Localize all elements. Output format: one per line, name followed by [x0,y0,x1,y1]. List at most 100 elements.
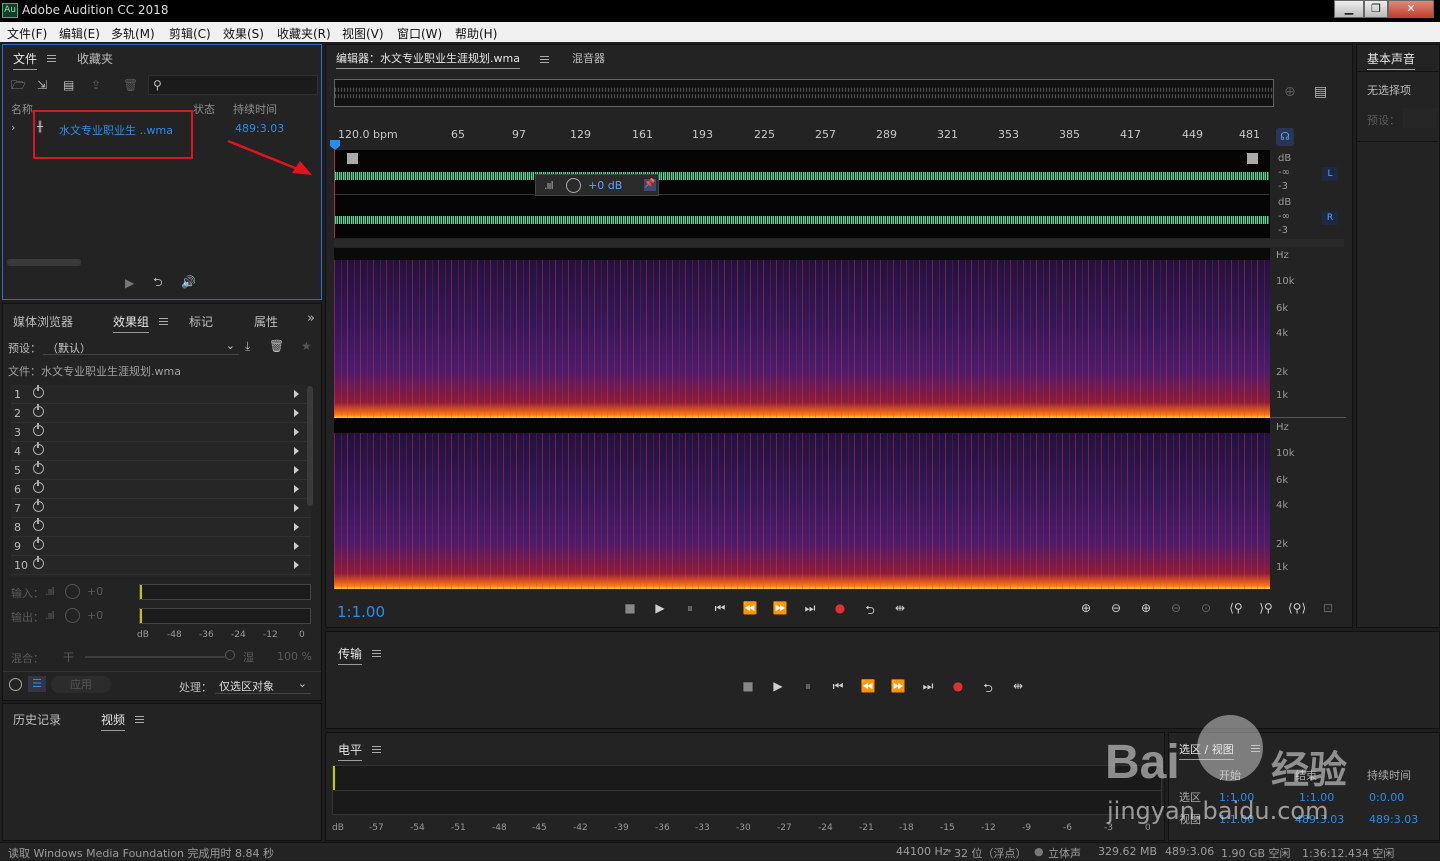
overflow-chevron-icon[interactable]: » [307,311,315,326]
close-button[interactable]: ✕ [1388,0,1434,18]
power-icon[interactable] [33,461,44,474]
record-icon[interactable]: ● [950,679,966,693]
mix-slider[interactable] [85,656,225,658]
play-icon[interactable]: ▶ [652,601,668,615]
tab-files[interactable]: 文件 [13,50,38,70]
tab-levels[interactable]: 电平 [338,741,363,761]
panel-menu-icon[interactable] [540,56,549,63]
maximize-button[interactable]: ❐ [1364,0,1388,18]
overview-waveform[interactable] [334,79,1274,107]
go-to-end-icon[interactable]: ⏭ [920,679,936,694]
rewind-icon[interactable]: ⏪ [742,601,758,615]
menu-effects[interactable]: 效果(S) [223,25,264,42]
pause-icon[interactable]: ⏸ [682,601,698,616]
tab-history[interactable]: 历史记录 [13,711,61,728]
power-icon[interactable] [33,480,44,493]
output-gain-knob[interactable] [65,608,80,623]
new-file-icon[interactable]: ▤ [63,78,74,92]
loop-icon[interactable]: ⮌ [862,601,878,622]
stop-icon[interactable]: ■ [740,679,756,693]
view-duration[interactable]: 489:3.03 [1369,813,1418,826]
list-view-icon[interactable]: ☰ [28,676,46,692]
effect-slot[interactable]: 1 [11,385,311,404]
effect-slot[interactable]: 9 [11,537,311,556]
effect-slot[interactable]: 7 [11,499,311,518]
skip-selection-icon[interactable]: ⇹ [892,601,908,615]
pin-icon[interactable]: 📌 [644,179,656,191]
effect-slot[interactable]: 2 [11,404,311,423]
go-to-end-icon[interactable]: ⏭ [802,601,818,616]
slot-arrow-icon[interactable] [294,428,299,436]
effect-slot[interactable]: 5 [11,461,311,480]
menu-multitrack[interactable]: 多轨(M) [111,25,155,42]
tab-properties[interactable]: 属性 [254,313,278,330]
effect-slot[interactable]: 8 [11,518,311,537]
fade-in-handle[interactable] [347,153,358,164]
fast-forward-icon[interactable]: ⏩ [890,679,906,693]
effect-slot[interactable]: 10 [11,556,311,575]
menu-favorites[interactable]: 收藏夹(R) [277,25,331,42]
rewind-icon[interactable]: ⏪ [860,679,876,693]
headphones-icon[interactable]: ☊ [1276,128,1294,146]
search-input[interactable]: ⚲ [148,75,318,95]
pause-icon[interactable]: ⏸ [800,679,816,694]
power-icon[interactable] [33,518,44,531]
power-icon[interactable] [33,423,44,436]
panel-menu-icon[interactable] [47,55,56,62]
apply-button[interactable]: 应用 [51,676,111,693]
play-icon[interactable]: ▶ [125,276,134,290]
zoom-out-point-icon[interactable]: ⟩⚲ [1258,601,1274,615]
horizontal-scrollbar[interactable] [7,259,81,266]
power-icon[interactable] [33,442,44,455]
zoom-out-time-icon[interactable]: ⊖ [1168,601,1184,615]
process-dropdown[interactable]: 仅选区对象 ⌄ [215,675,311,694]
panel-menu-icon[interactable] [372,650,381,657]
menu-window[interactable]: 窗口(W) [397,25,442,42]
zoom-full-icon[interactable]: ⊙ [1198,601,1214,615]
slot-arrow-icon[interactable] [294,504,299,512]
slot-arrow-icon[interactable] [294,466,299,474]
playhead-marker[interactable] [330,140,340,150]
tab-markers[interactable]: 标记 [189,313,213,330]
slot-arrow-icon[interactable] [294,447,299,455]
slot-arrow-icon[interactable] [294,523,299,531]
display-mode-icon[interactable]: ▤ [1314,85,1327,99]
menu-file[interactable]: 文件(F) [7,25,47,42]
import-icon[interactable]: ⇲ [37,78,47,92]
zoom-in-amplitude-icon[interactable]: ⊕ [1078,601,1094,615]
skip-selection-icon[interactable]: ⇹ [1010,679,1026,693]
gain-hud[interactable]: .ııl +0 dB 📌 [535,174,659,196]
zoom-out-amplitude-icon[interactable]: ⊖ [1108,601,1124,615]
expand-chevron-icon[interactable]: › [11,121,15,134]
tab-favorites[interactable]: 收藏夹 [77,50,113,67]
tab-media-browser[interactable]: 媒体浏览器 [13,313,73,330]
record-icon[interactable]: ● [832,601,848,615]
vertical-scrollbar[interactable] [307,386,313,506]
slot-arrow-icon[interactable] [294,542,299,550]
autoplay-speaker-icon[interactable]: 🔊 [181,275,196,289]
panel-menu-icon[interactable] [159,318,168,325]
export-icon[interactable]: ⇪ [91,78,101,92]
tab-transport[interactable]: 传输 [338,645,363,665]
open-folder-icon[interactable]: 🗁 [11,78,26,92]
tab-editor[interactable]: 编辑器：水文专业职业生涯规划.wma [336,50,520,69]
power-icon[interactable] [33,537,44,550]
power-icon[interactable] [33,556,44,569]
column-name[interactable]: 名称 [11,101,33,117]
effect-slot[interactable]: 6 [11,480,311,499]
slot-arrow-icon[interactable] [294,485,299,493]
zoom-selection-icon[interactable]: ⊕ [1284,85,1296,99]
fast-forward-icon[interactable]: ⏩ [772,601,788,615]
go-to-start-icon[interactable]: ⏮ [830,679,846,694]
column-status[interactable]: 状态 [193,101,215,117]
mix-slider-handle[interactable] [225,650,235,660]
panel-menu-icon[interactable] [372,746,381,753]
spectral-display-left[interactable] [334,248,1270,418]
spectral-display-right[interactable] [334,433,1270,589]
zoom-reset-icon[interactable]: ⊡ [1320,601,1336,615]
stop-icon[interactable]: ■ [622,601,638,615]
menu-clip[interactable]: 剪辑(C) [169,25,211,42]
gain-knob[interactable] [566,178,581,193]
loop-icon[interactable]: ⮌ [153,275,163,289]
column-duration[interactable]: 持续时间 [233,101,277,117]
